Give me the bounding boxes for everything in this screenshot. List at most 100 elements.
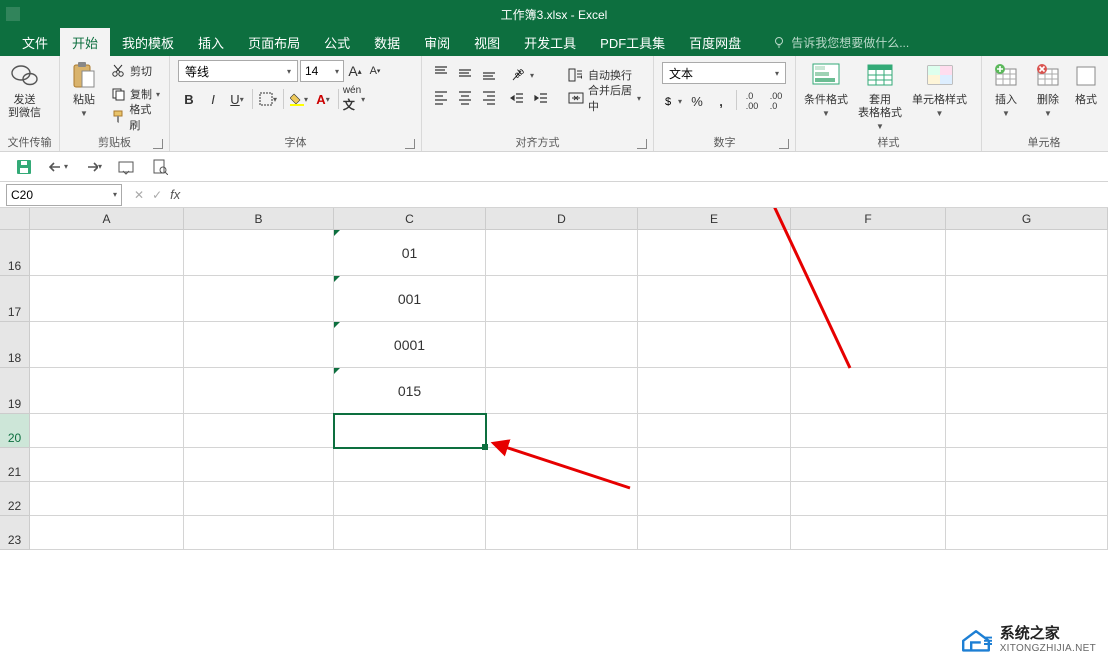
italic-button[interactable]: I [202, 88, 224, 110]
tab-开始[interactable]: 开始 [60, 28, 110, 56]
row-header[interactable]: 23 [0, 516, 30, 550]
formula-input[interactable] [192, 184, 1108, 206]
format-painter-button[interactable]: 格式刷 [106, 106, 165, 128]
decrease-indent-button[interactable] [506, 87, 528, 109]
tab-开发工具[interactable]: 开发工具 [512, 28, 588, 56]
tab-PDF工具集[interactable]: PDF工具集 [588, 28, 677, 56]
cell-styles-button[interactable]: 单元格样式 ▼ [908, 58, 971, 120]
cell[interactable] [638, 322, 791, 368]
cell[interactable] [946, 482, 1108, 516]
column-header-C[interactable]: C [334, 208, 486, 229]
tab-公式[interactable]: 公式 [312, 28, 362, 56]
cell[interactable] [791, 448, 946, 482]
decrease-font-button[interactable]: A▾ [366, 60, 384, 82]
increase-indent-button[interactable] [530, 87, 552, 109]
cell[interactable] [184, 448, 334, 482]
row-header[interactable]: 21 [0, 448, 30, 482]
cell[interactable] [184, 276, 334, 322]
enter-formula-button[interactable]: ✓ [152, 188, 162, 202]
cell[interactable] [184, 516, 334, 550]
cell[interactable] [486, 482, 638, 516]
font-size-combo[interactable]: 14▾ [300, 60, 344, 82]
cell[interactable] [638, 516, 791, 550]
select-all-corner[interactable] [0, 208, 30, 229]
cell[interactable] [486, 516, 638, 550]
orientation-button[interactable]: ab▾ [506, 64, 552, 86]
cell[interactable] [791, 322, 946, 368]
cell[interactable] [184, 368, 334, 414]
cell[interactable] [791, 276, 946, 322]
cell[interactable] [184, 482, 334, 516]
merge-center-button[interactable]: 合并后居中 ▾ [564, 87, 645, 109]
decrease-decimal-button[interactable]: .00.0 [765, 90, 787, 112]
cell[interactable]: 0001 [334, 322, 486, 368]
cell[interactable] [791, 414, 946, 448]
increase-decimal-button[interactable]: .0.00 [741, 90, 763, 112]
cell[interactable] [30, 414, 184, 448]
cell[interactable] [486, 276, 638, 322]
delete-cells-button[interactable]: 删除 ▼ [1028, 58, 1068, 120]
cell[interactable] [486, 368, 638, 414]
cell[interactable] [486, 230, 638, 276]
cell[interactable] [184, 414, 334, 448]
cell[interactable] [30, 230, 184, 276]
cell[interactable] [946, 448, 1108, 482]
comma-style-button[interactable]: , [710, 90, 732, 112]
name-box[interactable]: C20▾ [6, 184, 122, 206]
align-center-button[interactable] [454, 86, 476, 108]
cell[interactable] [946, 322, 1108, 368]
tab-插入[interactable]: 插入 [186, 28, 236, 56]
conditional-formatting-button[interactable]: 条件格式 ▼ [800, 58, 852, 120]
tab-文件[interactable]: 文件 [10, 28, 60, 56]
align-middle-button[interactable] [454, 62, 476, 84]
cell[interactable] [946, 276, 1108, 322]
cell[interactable] [638, 368, 791, 414]
cell[interactable] [791, 230, 946, 276]
cell[interactable] [946, 230, 1108, 276]
cell[interactable] [30, 482, 184, 516]
tab-页面布局[interactable]: 页面布局 [236, 28, 312, 56]
undo-button[interactable]: ▾ [48, 157, 68, 177]
cell[interactable] [334, 414, 486, 448]
row-header[interactable]: 18 [0, 322, 30, 368]
underline-button[interactable]: U▾ [226, 88, 248, 110]
fill-handle[interactable] [482, 444, 488, 450]
accounting-format-button[interactable]: $▾ [662, 90, 684, 112]
qat-preview-button[interactable] [150, 157, 170, 177]
phonetic-button[interactable]: wén文▾ [343, 88, 365, 110]
column-header-D[interactable]: D [486, 208, 638, 229]
cut-button[interactable]: 剪切 [106, 60, 165, 82]
cell[interactable] [30, 276, 184, 322]
bold-button[interactable]: B [178, 88, 200, 110]
save-button[interactable] [14, 157, 34, 177]
column-header-E[interactable]: E [638, 208, 791, 229]
cell[interactable] [946, 516, 1108, 550]
cell[interactable] [638, 414, 791, 448]
row-header[interactable]: 22 [0, 482, 30, 516]
dialog-launcher-icon[interactable] [405, 139, 415, 149]
cell[interactable] [946, 368, 1108, 414]
row-header[interactable]: 20 [0, 414, 30, 448]
fill-color-button[interactable]: ▾ [288, 88, 310, 110]
borders-button[interactable]: ▾ [257, 88, 279, 110]
format-as-table-button[interactable]: 套用表格格式 ▼ [854, 58, 906, 133]
cell[interactable] [791, 516, 946, 550]
cell[interactable] [638, 448, 791, 482]
tab-百度网盘[interactable]: 百度网盘 [677, 28, 753, 56]
cell[interactable] [486, 322, 638, 368]
tab-审阅[interactable]: 审阅 [412, 28, 462, 56]
column-header-B[interactable]: B [184, 208, 334, 229]
percent-button[interactable]: % [686, 90, 708, 112]
cell[interactable]: 015 [334, 368, 486, 414]
cell[interactable] [946, 414, 1108, 448]
qat-more-button[interactable] [116, 157, 136, 177]
tab-视图[interactable]: 视图 [462, 28, 512, 56]
cell[interactable]: 001 [334, 276, 486, 322]
cell[interactable] [791, 368, 946, 414]
cell[interactable] [334, 482, 486, 516]
font-name-combo[interactable]: 等线▾ [178, 60, 298, 82]
number-format-combo[interactable]: 文本▾ [662, 62, 786, 84]
tell-me-search[interactable]: 告诉我您想要做什么... [753, 28, 909, 56]
tab-我的模板[interactable]: 我的模板 [110, 28, 186, 56]
cell[interactable] [30, 448, 184, 482]
